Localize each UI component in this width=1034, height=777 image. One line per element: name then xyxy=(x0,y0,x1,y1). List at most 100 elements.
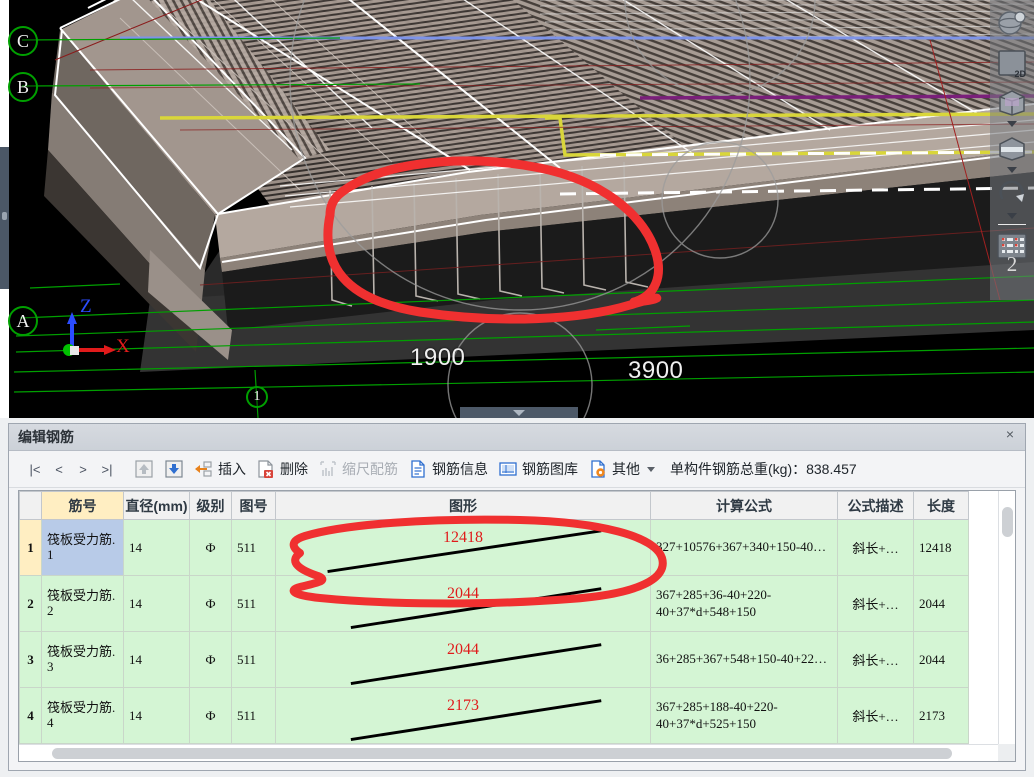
column-header-length[interactable]: 长度 xyxy=(913,491,969,520)
delete-icon xyxy=(256,459,276,479)
panel-title: 编辑钢筋 xyxy=(18,429,74,445)
column-header-name[interactable]: 筋号 xyxy=(41,491,124,520)
column-header-formula[interactable]: 计算公式 xyxy=(650,491,838,520)
vertical-scrollbar[interactable] xyxy=(998,491,1015,744)
horizontal-scrollbar[interactable] xyxy=(19,744,998,761)
row-number: 4 xyxy=(19,687,42,744)
shape-diagram-icon xyxy=(350,643,602,685)
column-header-code[interactable]: 图号 xyxy=(231,491,276,520)
cell-code[interactable]: 511 xyxy=(231,575,276,632)
delete-button[interactable]: 删除 xyxy=(251,456,313,482)
next-record-button[interactable]: > xyxy=(71,457,95,481)
rebar-library-icon xyxy=(498,459,518,479)
cell-grade[interactable]: Ф xyxy=(189,575,232,632)
close-icon[interactable]: × xyxy=(1001,425,1019,443)
viewport-toolbar-badge: 2 xyxy=(1006,252,1018,276)
shape-diagram-icon xyxy=(350,587,602,629)
rotate-view-icon[interactable] xyxy=(993,176,1031,214)
cell-formula[interactable]: 367+285+36-40+220-40+37*d+548+150 xyxy=(650,575,838,632)
other-button[interactable]: 其他 xyxy=(583,456,660,482)
cell-diameter[interactable]: 14 xyxy=(123,631,190,688)
vertical-scrollbar-thumb[interactable] xyxy=(1002,507,1013,537)
viewport-gutter-handle[interactable] xyxy=(2,212,7,220)
insert-button[interactable]: 插入 xyxy=(189,456,251,482)
cell-shape[interactable]: 12418 xyxy=(275,519,651,576)
rebar-info-label: 钢筋信息 xyxy=(432,461,488,477)
viewport-toolbar[interactable]: 2D 2 xyxy=(990,0,1034,300)
cell-description[interactable]: 斜长+… xyxy=(837,631,914,688)
rebar-table-container[interactable]: 筋号 直径(mm) 级别 图号 图形 计算公式 公式描述 长度 1 筏板受力筋.… xyxy=(18,490,1016,762)
cell-code[interactable]: 511 xyxy=(231,631,276,688)
move-up-button[interactable] xyxy=(129,456,159,482)
row-number: 2 xyxy=(19,575,42,632)
horizontal-scrollbar-thumb[interactable] xyxy=(52,748,952,759)
move-down-button[interactable] xyxy=(159,456,189,482)
cell-length[interactable]: 2044 xyxy=(913,631,969,688)
other-label: 其他 xyxy=(612,461,640,477)
column-header-shape[interactable]: 图形 xyxy=(275,491,651,520)
axis-bubble-1: 1 xyxy=(246,386,268,408)
cell-name[interactable]: 筏板受力筋.1 xyxy=(41,519,124,576)
prev-record-button[interactable]: < xyxy=(47,457,71,481)
cell-length[interactable]: 2044 xyxy=(913,575,969,632)
cell-formula[interactable]: 367+285+188-40+220-40+37*d+525+150 xyxy=(650,687,838,744)
cell-grade[interactable]: Ф xyxy=(189,687,232,744)
first-record-button[interactable]: |< xyxy=(23,457,47,481)
cell-diameter[interactable]: 14 xyxy=(123,575,190,632)
rebar-library-button[interactable]: 钢筋图库 xyxy=(493,456,583,482)
edit-rebar-panel: 编辑钢筋 × |< < > >| 插入 删除 缩尺配筋 钢筋信息 钢筋图库 其他… xyxy=(0,418,1034,777)
column-header-description[interactable]: 公式描述 xyxy=(837,491,914,520)
table-row[interactable]: 3 筏板受力筋.3 14 Ф 511 2044 36+285+367+548+1… xyxy=(19,631,969,688)
table-row[interactable]: 1 筏板受力筋.1 14 Ф 511 12418 327+10576+367+3… xyxy=(19,519,969,576)
cell-length[interactable]: 12418 xyxy=(913,519,969,576)
cell-description[interactable]: 斜长+… xyxy=(837,519,914,576)
panel-toolbar[interactable]: |< < > >| 插入 删除 缩尺配筋 钢筋信息 钢筋图库 其他 单构件钢筋总… xyxy=(9,451,1025,488)
3d-viewport[interactable]: C B A 1 1900 3900 Z X 2D 2 xyxy=(0,0,1034,418)
row-number: 1 xyxy=(19,519,42,576)
cell-diameter[interactable]: 14 xyxy=(123,687,190,744)
cell-name[interactable]: 筏板受力筋.2 xyxy=(41,575,124,632)
column-header-grade[interactable]: 级别 xyxy=(189,491,232,520)
cell-diameter[interactable]: 14 xyxy=(123,519,190,576)
cell-code[interactable]: 511 xyxy=(231,519,276,576)
cell-grade[interactable]: Ф xyxy=(189,519,232,576)
cell-shape[interactable]: 2044 xyxy=(275,575,651,632)
axis-bubble-a: A xyxy=(8,306,38,336)
layers-grid-icon[interactable]: 2 xyxy=(993,229,1031,276)
cell-name[interactable]: 筏板受力筋.3 xyxy=(41,631,124,688)
cell-name[interactable]: 筏板受力筋.4 xyxy=(41,687,124,744)
other-icon xyxy=(588,459,608,479)
column-header-rownum xyxy=(19,491,42,520)
cell-description[interactable]: 斜长+… xyxy=(837,687,914,744)
arrow-up-icon xyxy=(134,459,154,479)
view-2d-label: 2D xyxy=(1014,69,1026,79)
orbit-sphere-icon[interactable] xyxy=(993,4,1031,42)
gizmo-x-label: X xyxy=(116,336,130,357)
cell-formula[interactable]: 327+10576+367+340+150-40… xyxy=(650,519,838,576)
cell-grade[interactable]: Ф xyxy=(189,631,232,688)
cell-formula[interactable]: 36+285+367+548+150-40+22… xyxy=(650,631,838,688)
cell-description[interactable]: 斜长+… xyxy=(837,575,914,632)
chevron-down-icon[interactable] xyxy=(647,466,655,472)
viewport-collapse-handle[interactable] xyxy=(460,407,578,418)
cell-shape[interactable]: 2044 xyxy=(275,631,651,688)
table-row[interactable]: 4 筏板受力筋.4 14 Ф 511 2173 367+285+188-40+2… xyxy=(19,687,969,744)
rebar-library-label: 钢筋图库 xyxy=(522,461,578,477)
cell-length[interactable]: 2173 xyxy=(913,687,969,744)
cell-shape[interactable]: 2173 xyxy=(275,687,651,744)
panel-titlebar: 编辑钢筋 × xyxy=(9,424,1025,451)
view-2d-icon[interactable]: 2D xyxy=(993,44,1031,82)
application-window: C B A 1 1900 3900 Z X 2D 2 编辑钢筋 × |< < >… xyxy=(0,0,1034,777)
cube-view-icon[interactable] xyxy=(993,84,1031,122)
table-row[interactable]: 2 筏板受力筋.2 14 Ф 511 2044 367+285+36-40+22… xyxy=(19,575,969,632)
rebar-info-button[interactable]: 钢筋信息 xyxy=(403,456,493,482)
cell-code[interactable]: 511 xyxy=(231,687,276,744)
gizmo-z-label: Z xyxy=(80,296,92,317)
section-box-icon[interactable] xyxy=(993,130,1031,168)
column-header-diameter[interactable]: 直径(mm) xyxy=(123,491,190,520)
table-header-row: 筋号 直径(mm) 级别 图号 图形 计算公式 公式描述 长度 xyxy=(19,491,969,520)
row-number: 3 xyxy=(19,631,42,688)
last-record-button[interactable]: >| xyxy=(95,457,119,481)
scrollbar-corner xyxy=(998,744,1015,761)
shape-diagram-icon xyxy=(350,699,602,741)
